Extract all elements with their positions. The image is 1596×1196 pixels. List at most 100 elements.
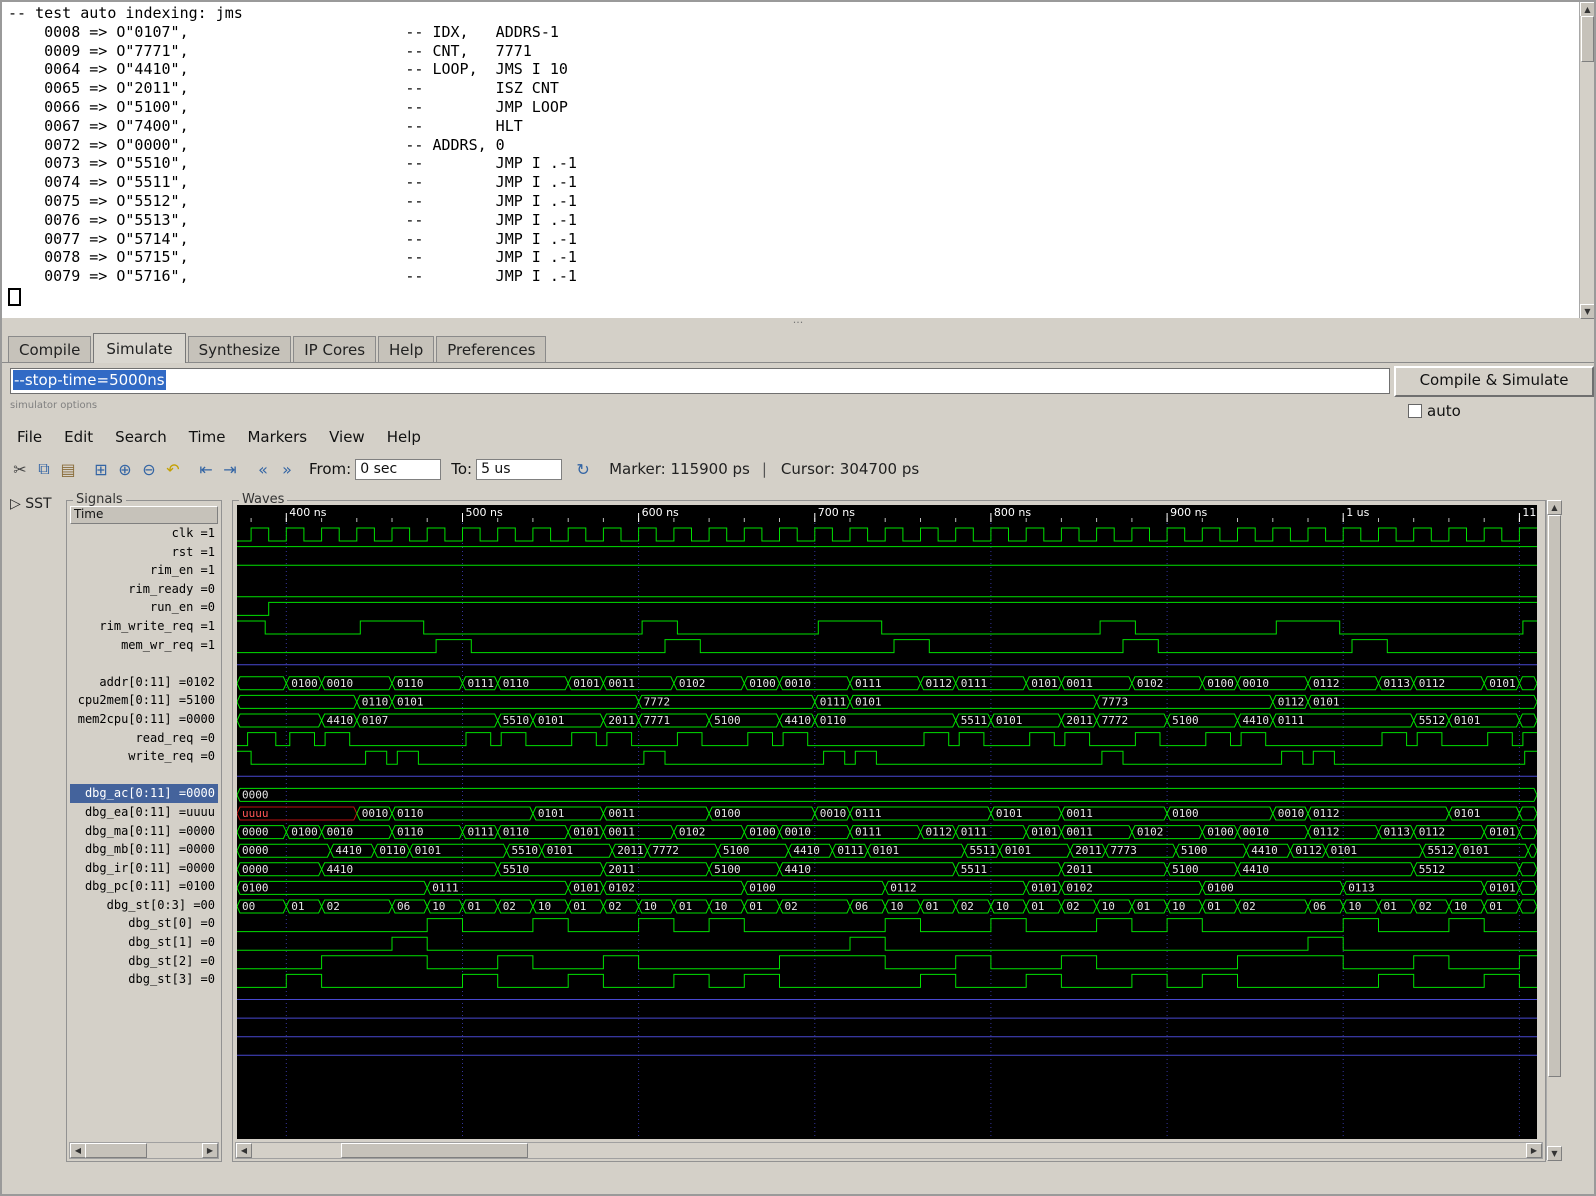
sst-expander[interactable]: ▷ SST <box>10 496 52 512</box>
marker-readout: Marker: 115900 ps <box>609 460 750 478</box>
wave-canvas[interactable]: 0100 0010 0110 0111 0110 0101 0011 0102 0100 0010… <box>237 523 1537 1139</box>
tab-synthesize[interactable]: Synthesize <box>187 336 292 362</box>
signal-row[interactable]: addr[0:11] =0102 <box>70 673 218 692</box>
signals-hscrollbar-thumb[interactable] <box>85 1143 147 1158</box>
svg-text:06: 06 <box>1313 900 1326 913</box>
svg-text:0110: 0110 <box>503 677 530 690</box>
stop-time-value: --stop-time=5000ns <box>13 370 166 390</box>
svg-text:02: 02 <box>785 900 798 913</box>
to-label: To: <box>451 460 473 478</box>
to-start-icon[interactable]: ⇤ <box>194 457 218 481</box>
signals-scroll-right-icon[interactable]: ▶ <box>202 1143 218 1158</box>
menu-search[interactable]: Search <box>104 424 178 450</box>
time-header[interactable]: Time <box>70 506 218 524</box>
svg-text:0011: 0011 <box>1066 807 1093 820</box>
signal-row[interactable]: dbg_ir[0:11] =0000 <box>70 859 218 878</box>
signal-row[interactable]: dbg_st[1] =0 <box>70 933 218 952</box>
waves-vscrollbar[interactable]: ▲ ▼ <box>1546 500 1562 1161</box>
stop-time-input[interactable]: --stop-time=5000ns <box>10 368 1390 394</box>
menu-help[interactable]: Help <box>376 424 432 450</box>
svg-text:0101: 0101 <box>996 807 1023 820</box>
svg-text:0011: 0011 <box>1066 677 1093 690</box>
menu-markers[interactable]: Markers <box>236 424 318 450</box>
signal-row[interactable]: dbg_st[3] =0 <box>70 970 218 989</box>
svg-text:7771: 7771 <box>644 714 671 727</box>
signal-row[interactable]: dbg_st[0] =0 <box>70 914 218 933</box>
tab-compile[interactable]: Compile <box>8 336 92 362</box>
signal-row[interactable]: dbg_st[0:3] =00 <box>70 896 218 915</box>
fast-left-icon[interactable]: « <box>251 457 275 481</box>
svg-text:0101: 0101 <box>1313 695 1340 708</box>
waves-scroll-up-icon[interactable]: ▲ <box>1547 500 1562 515</box>
waves-scroll-left-icon[interactable]: ◀ <box>236 1143 252 1158</box>
signal-row[interactable]: rim_en =1 <box>70 561 218 580</box>
cursor-readout: Cursor: 304700 ps <box>780 460 920 478</box>
signal-row[interactable]: dbg_st[2] =0 <box>70 952 218 971</box>
signal-row[interactable]: read_req =0 <box>70 729 218 748</box>
copy-icon[interactable]: ⧉ <box>32 457 56 481</box>
editor-scroll-down-icon[interactable]: ▼ <box>1580 304 1594 319</box>
svg-text:10: 10 <box>1102 900 1115 913</box>
signal-row[interactable]: rim_ready =0 <box>70 580 218 599</box>
reload-icon[interactable]: ↻ <box>571 457 595 481</box>
svg-text:0010: 0010 <box>1278 807 1305 820</box>
svg-text:01: 01 <box>291 900 304 913</box>
svg-text:0112: 0112 <box>1278 695 1305 708</box>
zoom-out-icon[interactable]: ⊖ <box>137 457 161 481</box>
svg-text:5100: 5100 <box>1181 844 1208 857</box>
signals-scroll-left-icon[interactable]: ◀ <box>70 1143 86 1158</box>
svg-text:10: 10 <box>890 900 903 913</box>
tab-ip-cores[interactable]: IP Cores <box>293 336 377 362</box>
signal-row[interactable]: dbg_ac[0:11] =0000 <box>70 784 218 803</box>
signals-hscrollbar[interactable]: ◀ ▶ <box>69 1142 219 1159</box>
svg-text:0101: 0101 <box>538 714 565 727</box>
to-field[interactable]: 5 us <box>476 458 563 480</box>
paste-icon[interactable]: ▤ <box>56 457 80 481</box>
waves-scroll-right-icon[interactable]: ▶ <box>1526 1143 1542 1158</box>
menu-view[interactable]: View <box>318 424 376 450</box>
cut-icon[interactable]: ✂ <box>8 457 32 481</box>
editor-scrollbar-thumb[interactable] <box>1581 16 1594 62</box>
signal-row[interactable]: mem_wr_req =1 <box>70 636 218 655</box>
pane-splitter[interactable]: ··· <box>2 316 1594 332</box>
waves-hscrollbar[interactable]: ◀ ▶ <box>235 1142 1543 1159</box>
svg-text:0110: 0110 <box>379 844 406 857</box>
code-editor-text[interactable]: -- test auto indexing: jms 0008 => O"010… <box>2 2 1580 286</box>
undo-icon[interactable]: ↶ <box>161 457 185 481</box>
signal-row[interactable]: write_req =0 <box>70 747 218 766</box>
signal-row[interactable]: dbg_pc[0:11] =0100 <box>70 877 218 896</box>
svg-text:02: 02 <box>1066 900 1079 913</box>
zoom-fit-icon[interactable]: ⊞ <box>89 457 113 481</box>
splitter-grip-icon: ··· <box>792 316 804 329</box>
signal-row[interactable] <box>70 766 218 785</box>
signal-row[interactable]: mem2cpu[0:11] =0000 <box>70 710 218 729</box>
editor-scrollbar[interactable]: ▲ ▼ <box>1579 2 1594 319</box>
menu-file[interactable]: File <box>6 424 53 450</box>
tab-help[interactable]: Help <box>378 336 435 362</box>
svg-text:0101: 0101 <box>1031 826 1058 839</box>
tab-preferences[interactable]: Preferences <box>436 336 547 362</box>
signal-row[interactable]: run_en =0 <box>70 598 218 617</box>
signal-row[interactable]: rst =1 <box>70 543 218 562</box>
to-end-icon[interactable]: ⇥ <box>218 457 242 481</box>
waves-vscrollbar-thumb[interactable] <box>1548 515 1561 1077</box>
signal-row[interactable]: dbg_mb[0:11] =0000 <box>70 840 218 859</box>
signal-row[interactable]: dbg_ma[0:11] =0000 <box>70 822 218 841</box>
signal-row[interactable]: rim_write_req =1 <box>70 617 218 636</box>
fast-right-icon[interactable]: » <box>275 457 299 481</box>
code-editor-area[interactable]: -- test auto indexing: jms 0008 => O"010… <box>2 2 1580 318</box>
waves-hscrollbar-thumb[interactable] <box>341 1143 528 1158</box>
signal-row[interactable]: cpu2mem[0:11] =5100 <box>70 691 218 710</box>
signal-row[interactable]: clk =1 <box>70 524 218 543</box>
zoom-in-icon[interactable]: ⊕ <box>113 457 137 481</box>
menu-edit[interactable]: Edit <box>53 424 104 450</box>
auto-checkbox[interactable] <box>1408 404 1422 418</box>
waves-scroll-down-icon[interactable]: ▼ <box>1547 1146 1562 1161</box>
from-field[interactable]: 0 sec <box>355 458 442 480</box>
menu-time[interactable]: Time <box>178 424 237 450</box>
signal-row[interactable]: dbg_ea[0:11] =uuuu <box>70 803 218 822</box>
editor-scroll-up-icon[interactable]: ▲ <box>1580 2 1594 17</box>
tab-simulate[interactable]: Simulate <box>93 333 186 363</box>
signal-row[interactable] <box>70 654 218 673</box>
compile-simulate-button[interactable]: Compile & Simulate <box>1394 366 1594 397</box>
